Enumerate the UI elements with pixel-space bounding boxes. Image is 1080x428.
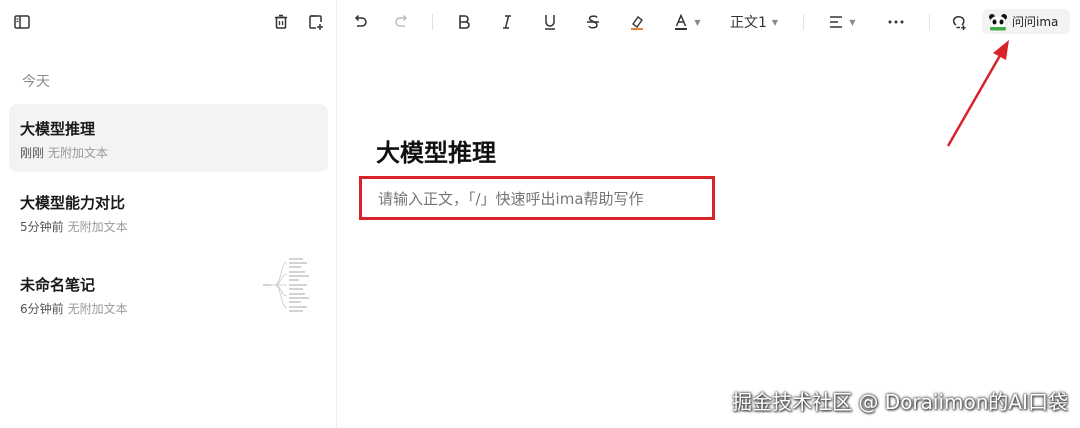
- body-input[interactable]: [378, 190, 708, 208]
- ask-ima-label: 问问ima: [1012, 15, 1059, 29]
- note-subtitle: 无附加文本: [67, 220, 128, 234]
- paragraph-style-select[interactable]: 正文1 ▼: [724, 11, 784, 33]
- trash-icon[interactable]: [270, 11, 292, 33]
- redo-icon[interactable]: [391, 11, 413, 33]
- paragraph-style-value: 正文1: [729, 15, 767, 31]
- note-title: 未命名笔记: [20, 276, 96, 294]
- toolbar-divider: [432, 14, 433, 30]
- bulb-icon[interactable]: [948, 11, 970, 33]
- sidebar-toolbar: [0, 0, 337, 44]
- ask-ima-button[interactable]: 问问ima: [982, 9, 1070, 34]
- sidebar-toggle-icon[interactable]: [11, 11, 33, 33]
- note-meta: 刚刚 无附加文本: [20, 144, 108, 161]
- chevron-down-icon: ▼: [849, 17, 856, 27]
- chevron-down-icon: ▼: [771, 17, 779, 27]
- bold-icon[interactable]: [453, 11, 475, 33]
- toolbar-divider: [929, 14, 930, 30]
- document-title[interactable]: 大模型推理: [376, 133, 496, 168]
- chevron-down-icon: ▼: [694, 17, 701, 27]
- underline-icon[interactable]: [539, 11, 561, 33]
- sidebar: 今天 大模型推理 刚刚 无附加文本 大模型能力对比 5分钟前 无附加文本 未命名笔记…: [0, 0, 337, 428]
- italic-icon[interactable]: [496, 11, 518, 33]
- note-item-3[interactable]: 未命名笔记 6分钟前 无附加文本: [9, 258, 328, 328]
- toolbar-divider: [803, 14, 804, 30]
- annotation-highlight-box: [359, 176, 715, 220]
- more-icon[interactable]: [884, 11, 908, 33]
- note-meta: 5分钟前 无附加文本: [20, 218, 128, 235]
- undo-icon[interactable]: [349, 11, 371, 33]
- note-meta: 6分钟前 无附加文本: [20, 300, 128, 317]
- note-time: 刚刚: [20, 146, 45, 160]
- font-color-icon[interactable]: ▼: [669, 11, 705, 33]
- new-note-icon[interactable]: [305, 11, 327, 33]
- note-subtitle: 无附加文本: [67, 302, 128, 316]
- align-icon[interactable]: ▼: [824, 11, 860, 33]
- note-title: 大模型推理: [20, 120, 96, 138]
- note-time: 5分钟前: [20, 220, 64, 234]
- note-item-2[interactable]: 大模型能力对比 5分钟前 无附加文本: [9, 178, 328, 246]
- panda-icon: [989, 13, 1007, 30]
- section-label-today: 今天: [22, 74, 50, 90]
- note-subtitle: 无附加文本: [48, 146, 109, 160]
- watermark: 掘金技术社区 @ Doraiimon的AI口袋: [732, 390, 1068, 414]
- note-time: 6分钟前: [20, 302, 64, 316]
- strikethrough-icon[interactable]: [582, 11, 604, 33]
- note-title: 大模型能力对比: [20, 194, 126, 212]
- note-item-1[interactable]: 大模型推理 刚刚 无附加文本: [9, 104, 328, 172]
- mindmap-thumbnail: [261, 252, 321, 318]
- highlight-icon[interactable]: [626, 11, 648, 33]
